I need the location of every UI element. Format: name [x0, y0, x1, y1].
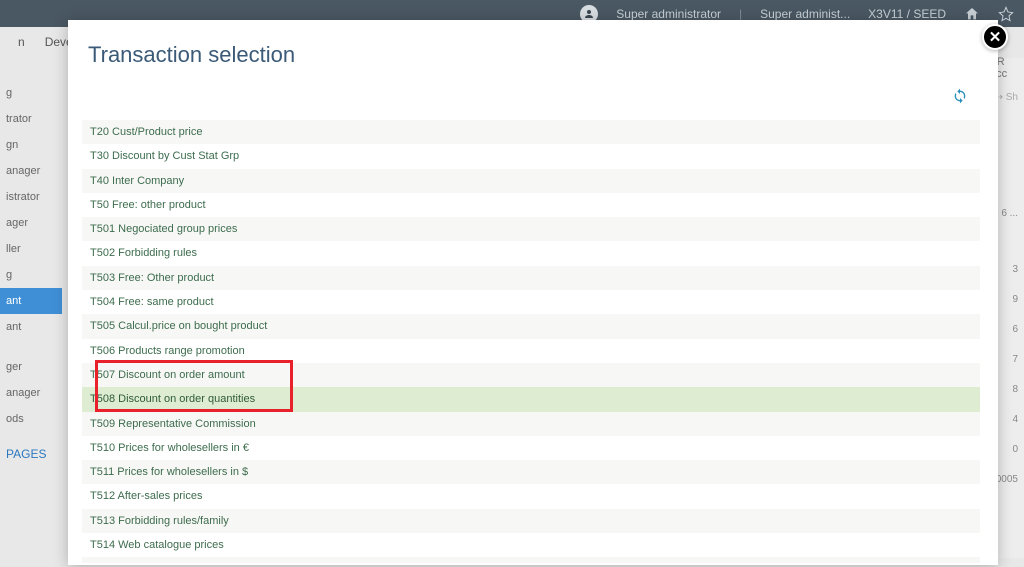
- list-item[interactable]: T501 Negociated group prices: [82, 217, 980, 241]
- list-item[interactable]: T50 Free: other product: [82, 193, 980, 217]
- list-item[interactable]: T503 Free: Other product: [82, 266, 980, 290]
- list-item[interactable]: T515 Configurator prices: [82, 557, 980, 563]
- transaction-list[interactable]: T20 Cust/Product priceT30 Discount by Cu…: [82, 120, 980, 563]
- list-item[interactable]: T505 Calcul.price on bought product: [82, 314, 980, 338]
- refresh-icon[interactable]: [952, 88, 968, 104]
- list-container: T20 Cust/Product priceT30 Discount by Cu…: [82, 120, 980, 563]
- list-item[interactable]: T506 Products range promotion: [82, 339, 980, 363]
- list-item[interactable]: T509 Representative Commission: [82, 412, 980, 436]
- list-item[interactable]: T40 Inter Company: [82, 169, 980, 193]
- list-item[interactable]: T502 Forbidding rules: [82, 241, 980, 265]
- list-item[interactable]: T511 Prices for wholesellers in $: [82, 460, 980, 484]
- list-item[interactable]: T512 After-sales prices: [82, 484, 980, 508]
- list-item[interactable]: T504 Free: same product: [82, 290, 980, 314]
- modal-overlay: Transaction selection ✕ T20 Cust/Product…: [0, 0, 1024, 567]
- list-item[interactable]: T508 Discount on order quantities: [82, 387, 980, 411]
- transaction-selection-modal: Transaction selection ✕ T20 Cust/Product…: [68, 20, 998, 565]
- list-item[interactable]: T507 Discount on order amount: [82, 363, 980, 387]
- list-item[interactable]: T20 Cust/Product price: [82, 120, 980, 144]
- list-item[interactable]: T513 Forbidding rules/family: [82, 509, 980, 533]
- close-icon[interactable]: ✕: [982, 24, 1008, 50]
- modal-title: Transaction selection: [68, 20, 998, 86]
- list-item[interactable]: T514 Web catalogue prices: [82, 533, 980, 557]
- list-item[interactable]: T30 Discount by Cust Stat Grp: [82, 144, 980, 168]
- list-item[interactable]: T510 Prices for wholesellers in €: [82, 436, 980, 460]
